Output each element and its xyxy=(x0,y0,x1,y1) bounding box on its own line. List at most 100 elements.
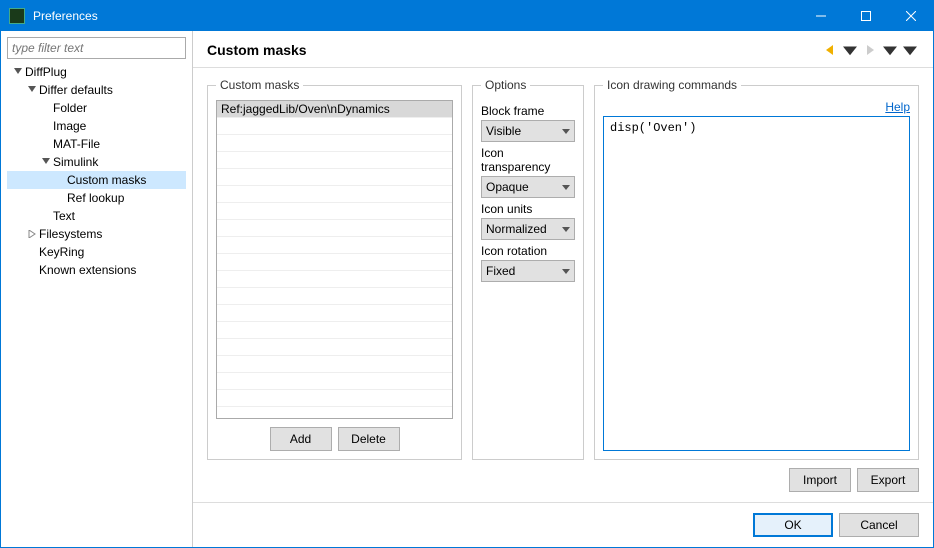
add-button[interactable]: Add xyxy=(270,427,332,451)
block-frame-label: Block frame xyxy=(481,104,575,118)
list-item[interactable] xyxy=(217,356,452,373)
maximize-button[interactable] xyxy=(843,1,888,31)
list-item[interactable] xyxy=(217,254,452,271)
tree-label: Text xyxy=(53,207,75,225)
chevron-down-icon xyxy=(562,127,570,135)
chevron-down-icon xyxy=(562,267,570,275)
mask-buttons: Add Delete xyxy=(216,427,453,451)
commands-legend: Icon drawing commands xyxy=(603,78,741,92)
list-item[interactable] xyxy=(217,135,452,152)
list-item[interactable] xyxy=(217,373,452,390)
list-item[interactable] xyxy=(217,186,452,203)
tree-label: KeyRing xyxy=(39,243,84,261)
tree-label: Folder xyxy=(53,99,87,117)
transparency-value: Opaque xyxy=(486,180,562,194)
content-pane: Custom masks Custom masks Ref:jaggedLib/… xyxy=(193,31,933,547)
tree-label: MAT-File xyxy=(53,135,100,153)
rotation-value: Fixed xyxy=(486,264,562,278)
back-button[interactable] xyxy=(821,41,839,59)
app-icon xyxy=(9,8,25,24)
transparency-select[interactable]: Opaque xyxy=(481,176,575,198)
list-item[interactable] xyxy=(217,339,452,356)
window-buttons xyxy=(798,1,933,31)
list-item[interactable] xyxy=(217,305,452,322)
tree-item-known-extensions[interactable]: Known extensions xyxy=(7,261,186,279)
list-item[interactable] xyxy=(217,169,452,186)
chevron-down-icon xyxy=(562,225,570,233)
tree-item-simulink[interactable]: Simulink xyxy=(7,153,186,171)
tree-item-text[interactable]: Text xyxy=(7,207,186,225)
tree-label: Differ defaults xyxy=(39,81,113,99)
units-label: Icon units xyxy=(481,202,575,216)
chevron-down-icon xyxy=(25,83,39,97)
options-legend: Options xyxy=(481,78,530,92)
tree-item-matfile[interactable]: MAT-File xyxy=(7,135,186,153)
custom-masks-group: Custom masks Ref:jaggedLib/Oven\nDynamic… xyxy=(207,78,462,460)
close-button[interactable] xyxy=(888,1,933,31)
tree-item-differ-defaults[interactable]: Differ defaults xyxy=(7,81,186,99)
units-value: Normalized xyxy=(486,222,562,236)
list-item[interactable] xyxy=(217,203,452,220)
tree-item-custom-masks[interactable]: Custom masks xyxy=(7,171,186,189)
nav-arrows xyxy=(821,41,919,59)
list-item[interactable] xyxy=(217,237,452,254)
chevron-right-icon xyxy=(25,227,39,241)
tree-item-image[interactable]: Image xyxy=(7,117,186,135)
tree-label: Known extensions xyxy=(39,261,136,279)
dialog-footer: OK Cancel xyxy=(193,502,933,547)
list-item[interactable] xyxy=(217,288,452,305)
tree-item-filesystems[interactable]: Filesystems xyxy=(7,225,186,243)
list-item[interactable] xyxy=(217,322,452,339)
window-title: Preferences xyxy=(33,9,798,23)
dialog-body: DiffPlug Differ defaults Folder Image MA… xyxy=(1,31,933,547)
export-button[interactable]: Export xyxy=(857,468,919,492)
units-select[interactable]: Normalized xyxy=(481,218,575,240)
transparency-label: Icon transparency xyxy=(481,146,575,174)
help-row: Help xyxy=(603,100,910,114)
import-button[interactable]: Import xyxy=(789,468,851,492)
tree-item-diffplug[interactable]: DiffPlug xyxy=(7,63,186,81)
mask-list[interactable]: Ref:jaggedLib/Oven\nDynamics xyxy=(216,100,453,419)
ok-button[interactable]: OK xyxy=(753,513,833,537)
list-item[interactable] xyxy=(217,271,452,288)
block-frame-select[interactable]: Visible xyxy=(481,120,575,142)
rotation-label: Icon rotation xyxy=(481,244,575,258)
commands-group: Icon drawing commands Help xyxy=(594,78,919,460)
tree-label: Custom masks xyxy=(67,171,146,189)
forward-menu-button[interactable] xyxy=(881,41,899,59)
tree-item-keyring[interactable]: KeyRing xyxy=(7,243,186,261)
list-item[interactable]: Ref:jaggedLib/Oven\nDynamics xyxy=(217,101,452,118)
tree-label: Simulink xyxy=(53,153,98,171)
help-link[interactable]: Help xyxy=(885,100,910,114)
tree-item-folder[interactable]: Folder xyxy=(7,99,186,117)
options-group: Options Block frame Visible Icon transpa… xyxy=(472,78,584,460)
block-frame-value: Visible xyxy=(486,124,562,138)
list-item[interactable] xyxy=(217,390,452,407)
rotation-select[interactable]: Fixed xyxy=(481,260,575,282)
sidebar: DiffPlug Differ defaults Folder Image MA… xyxy=(1,31,193,547)
import-export-row: Import Export xyxy=(207,468,919,492)
commands-editor[interactable] xyxy=(603,116,910,451)
tree-label: Image xyxy=(53,117,86,135)
page-title: Custom masks xyxy=(207,42,821,58)
list-item[interactable] xyxy=(217,152,452,169)
content-body: Custom masks Ref:jaggedLib/Oven\nDynamic… xyxy=(193,68,933,502)
delete-button[interactable]: Delete xyxy=(338,427,400,451)
chevron-down-icon xyxy=(39,155,53,169)
tree-label: DiffPlug xyxy=(25,63,67,81)
tree-item-ref-lookup[interactable]: Ref lookup xyxy=(7,189,186,207)
tree-label: Ref lookup xyxy=(67,189,124,207)
custom-masks-legend: Custom masks xyxy=(216,78,303,92)
view-menu-button[interactable] xyxy=(901,41,919,59)
cancel-button[interactable]: Cancel xyxy=(839,513,919,537)
back-menu-button[interactable] xyxy=(841,41,859,59)
groups-row: Custom masks Ref:jaggedLib/Oven\nDynamic… xyxy=(207,78,919,460)
preferences-window: Preferences DiffPlug Differ defaults Fol… xyxy=(0,0,934,548)
list-item[interactable] xyxy=(217,220,452,237)
chevron-down-icon xyxy=(562,183,570,191)
list-item[interactable] xyxy=(217,118,452,135)
minimize-button[interactable] xyxy=(798,1,843,31)
filter-input[interactable] xyxy=(7,37,186,59)
forward-button[interactable] xyxy=(861,41,879,59)
tree-label: Filesystems xyxy=(39,225,102,243)
